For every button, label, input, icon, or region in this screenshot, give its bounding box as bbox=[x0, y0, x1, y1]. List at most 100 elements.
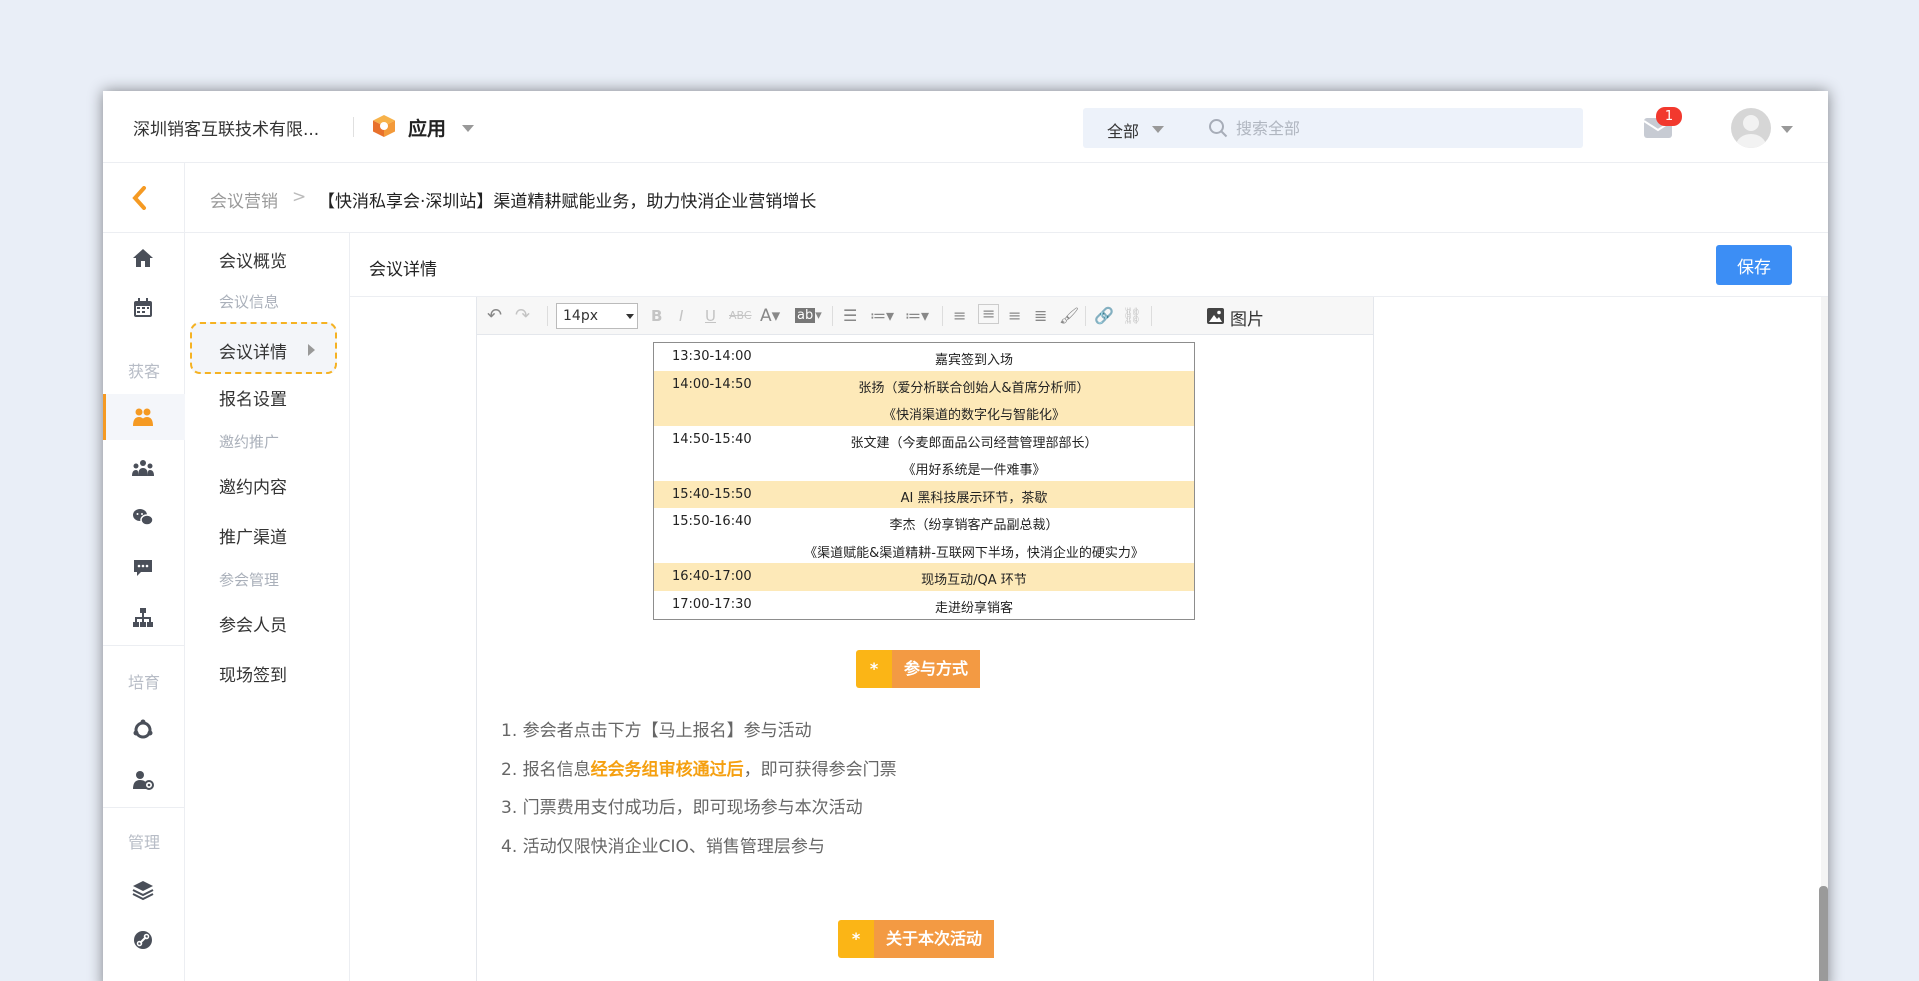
submenu-item-attendees[interactable]: 参会人员 bbox=[219, 611, 287, 636]
chevron-right-icon bbox=[308, 344, 315, 356]
link-icon[interactable] bbox=[103, 917, 185, 963]
global-search: 全部 bbox=[1083, 108, 1583, 148]
section-tag-about: * 关于本次活动 bbox=[838, 920, 1008, 958]
org-chart-icon[interactable] bbox=[103, 595, 185, 641]
font-color-icon[interactable]: A▾ bbox=[760, 307, 780, 325]
star-icon: * bbox=[838, 920, 874, 958]
divider bbox=[103, 807, 185, 808]
submenu-item-overview[interactable]: 会议概览 bbox=[219, 247, 287, 272]
table-row: 13:30-14:00 嘉宾签到入场 bbox=[654, 343, 1194, 371]
step-text: ，即可获得参会门票 bbox=[743, 760, 897, 780]
ordered-list-icon[interactable]: ≔▾ bbox=[870, 307, 894, 325]
align-center-icon[interactable]: ≡ bbox=[978, 304, 1000, 324]
user-setting-icon[interactable] bbox=[103, 757, 185, 803]
divider bbox=[547, 306, 548, 326]
app-window: 深圳销客互联技术有限... 应用 全部 1 bbox=[103, 91, 1828, 981]
strikethrough-icon[interactable]: ABC bbox=[729, 307, 752, 325]
search-input[interactable] bbox=[1236, 114, 1556, 142]
align-right-icon[interactable]: ≡ bbox=[1008, 307, 1021, 325]
notification-badge: 1 bbox=[1656, 107, 1682, 126]
wechat-icon[interactable] bbox=[103, 495, 185, 541]
sub-navigation: 会议概览 会议信息 会议详情 报名设置 邀约推广 邀约内容 推广渠道 参会管理 … bbox=[185, 233, 350, 981]
leads-icon[interactable] bbox=[103, 394, 185, 440]
table-row: 15:50-16:40 李杰（纷享销客产品副总裁） bbox=[654, 508, 1194, 536]
step-item: 4. 活动仅限快消企业CIO、销售管理层参与 bbox=[501, 837, 825, 857]
avatar[interactable] bbox=[1731, 108, 1771, 148]
submenu-group-label: 会议信息 bbox=[219, 293, 280, 311]
step-item: 2. 报名信息经会务组审核通过后，即可获得参会门票 bbox=[501, 755, 897, 780]
agenda-time: 15:50-16:40 bbox=[672, 514, 752, 529]
submenu-item-register[interactable]: 报名设置 bbox=[219, 385, 287, 410]
table-row: 14:50-15:40 张文建（今麦郎面品公司经营管理部部长） bbox=[654, 426, 1194, 454]
chat-icon[interactable] bbox=[103, 545, 185, 591]
chevron-down-icon bbox=[626, 314, 634, 319]
chevron-left-icon bbox=[132, 186, 146, 210]
scrollbar-track[interactable] bbox=[1821, 297, 1828, 981]
divider bbox=[832, 306, 833, 326]
bullet-list-icon[interactable]: ≔▾ bbox=[905, 307, 929, 325]
submenu-item-checkin[interactable]: 现场签到 bbox=[219, 661, 287, 686]
submenu-item-channel[interactable]: 推广渠道 bbox=[219, 523, 287, 548]
section-title: 参与方式 bbox=[892, 650, 981, 688]
bold-icon[interactable]: B bbox=[651, 307, 662, 325]
submenu-item-detail[interactable]: 会议详情 bbox=[190, 322, 337, 374]
undo-icon[interactable]: ↶ bbox=[487, 307, 502, 325]
agenda-text: AI 黑科技展示环节，茶歇 bbox=[900, 490, 1048, 506]
link-icon[interactable]: 🔗 bbox=[1094, 307, 1114, 325]
insert-image-button[interactable]: 图片 bbox=[1230, 305, 1264, 330]
align-justify-icon[interactable]: ≣ bbox=[1034, 307, 1047, 325]
agenda-text: 《快消渠道的数字化与智能化》 bbox=[882, 408, 1065, 423]
image-icon[interactable] bbox=[1207, 308, 1224, 324]
agenda-text: 张扬（爱分析联合创始人&首席分析师） bbox=[858, 380, 1090, 396]
chevron-down-icon[interactable] bbox=[462, 125, 474, 132]
scrollbar-thumb[interactable] bbox=[1819, 886, 1828, 981]
underline-icon[interactable]: U bbox=[705, 307, 716, 325]
agenda-table: 13:30-14:00 嘉宾签到入场 14:00-14:50 张扬（爱分析联合创始人… bbox=[653, 342, 1195, 620]
back-button[interactable] bbox=[103, 163, 185, 233]
cycle-icon[interactable] bbox=[103, 707, 185, 753]
submenu-group-label: 参会管理 bbox=[219, 571, 280, 589]
submenu-item-label: 会议详情 bbox=[219, 343, 287, 363]
agenda-time: 14:00-14:50 bbox=[672, 376, 752, 392]
agenda-text: 张文建（今麦郎面品公司经营管理部部长） bbox=[850, 435, 1098, 451]
font-size-select[interactable]: 14px bbox=[556, 303, 638, 329]
app-menu-label[interactable]: 应用 bbox=[408, 114, 446, 141]
agenda-text: 李杰（纷享销客产品副总裁） bbox=[889, 518, 1059, 533]
company-name[interactable]: 深圳销客互联技术有限... bbox=[133, 115, 319, 140]
save-button[interactable]: 保存 bbox=[1716, 245, 1792, 285]
users-group-icon[interactable] bbox=[103, 445, 185, 491]
step-text: 2. 报名信息 bbox=[501, 760, 591, 780]
step-item: 1. 参会者点击下方【马上报名】参与活动 bbox=[501, 721, 812, 741]
indent-icon[interactable]: ☰ bbox=[843, 307, 857, 325]
rail-group-label: 获客 bbox=[127, 362, 160, 381]
table-row: 14:00-14:50 张扬（爱分析联合创始人&首席分析师） bbox=[654, 370, 1194, 398]
chevron-down-icon[interactable] bbox=[1781, 126, 1793, 133]
layers-icon[interactable] bbox=[103, 867, 185, 913]
agenda-time: 17:00-17:30 bbox=[672, 596, 752, 612]
redo-icon[interactable]: ↷ bbox=[515, 307, 530, 325]
submenu-group-label: 邀约推广 bbox=[219, 433, 280, 451]
breadcrumb-parent[interactable]: 会议营销 bbox=[210, 187, 278, 212]
align-left-icon[interactable]: ≡ bbox=[953, 307, 966, 325]
font-size-value: 14px bbox=[563, 308, 598, 324]
agenda-text: 《渠道赋能&渠道精耕-互联网下半场，快消企业的硬实力》 bbox=[804, 545, 1144, 561]
editor-toolbar: ↶ ↷ 14px B I U ABC A▾ ab ▾ ☰ ≔▾ ≔▾ ≡ ≡ ≡ … bbox=[477, 297, 1373, 335]
italic-icon[interactable]: I bbox=[679, 307, 683, 325]
submenu-item-invite-content[interactable]: 邀约内容 bbox=[219, 473, 287, 498]
home-icon[interactable] bbox=[103, 235, 185, 281]
breadcrumb-current: 【快消私享会·深圳站】渠道精耕赋能业务，助力快消企业营销增长 bbox=[318, 192, 817, 212]
user-avatar-icon bbox=[1736, 115, 1766, 148]
calendar-icon[interactable] bbox=[103, 285, 185, 331]
agenda-time: 13:30-14:00 bbox=[672, 349, 752, 364]
page-title: 会议详情 bbox=[369, 260, 437, 280]
divider bbox=[1085, 306, 1086, 326]
table-row: 《快消渠道的数字化与智能化》 bbox=[654, 398, 1194, 426]
divider bbox=[1151, 306, 1152, 326]
app-cube-icon[interactable] bbox=[371, 113, 397, 139]
unlink-icon[interactable]: ⛓ bbox=[1122, 307, 1142, 325]
format-painter-icon[interactable]: 🖌 bbox=[1059, 307, 1079, 325]
search-scope-select[interactable]: 全部 bbox=[1107, 118, 1139, 142]
chevron-down-icon[interactable] bbox=[1152, 126, 1164, 133]
breadcrumb-separator: > bbox=[292, 187, 307, 207]
background-color-icon[interactable]: ab ▾ bbox=[795, 307, 822, 325]
